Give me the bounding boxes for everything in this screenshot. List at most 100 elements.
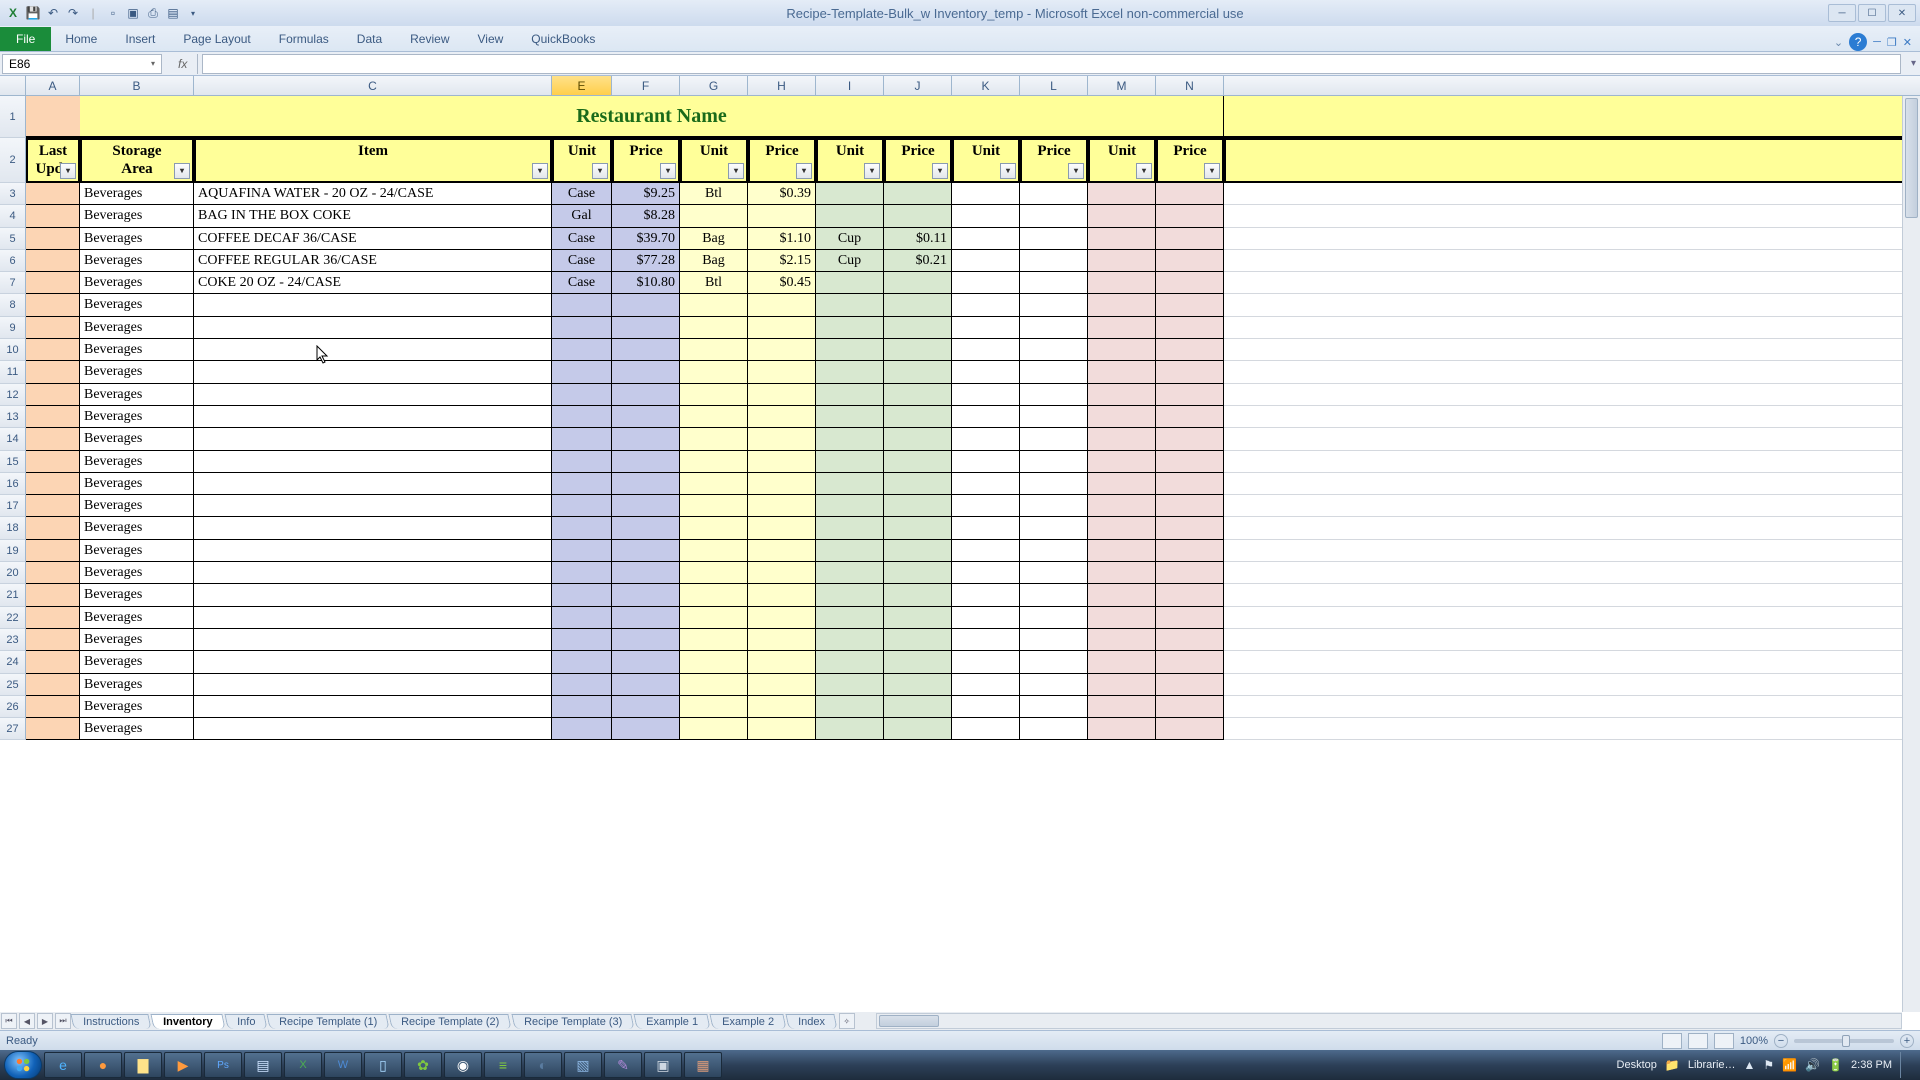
cell-H21[interactable]: [748, 584, 816, 606]
cell-E21[interactable]: [552, 584, 612, 606]
cell-C7[interactable]: COKE 20 OZ - 24/CASE: [194, 272, 552, 294]
cell-F9[interactable]: [612, 317, 680, 339]
cell-J4[interactable]: [884, 205, 952, 227]
cell-C17[interactable]: [194, 495, 552, 517]
view-pagelayout-button[interactable]: [1688, 1033, 1708, 1049]
colhdr-A[interactable]: A: [26, 76, 80, 95]
cell-K10[interactable]: [952, 339, 1020, 361]
cell-rest-23[interactable]: [1224, 629, 1902, 651]
cell-C27[interactable]: [194, 718, 552, 740]
cell-I15[interactable]: [816, 451, 884, 473]
rowhdr-3[interactable]: 3: [0, 183, 26, 205]
filter-J-button[interactable]: ▾: [932, 163, 948, 179]
cell-E6[interactable]: Case: [552, 250, 612, 272]
rowhdr-13[interactable]: 13: [0, 406, 26, 428]
ribbon-tab-view[interactable]: View: [464, 27, 518, 51]
cell-H9[interactable]: [748, 317, 816, 339]
cell-L25[interactable]: [1020, 674, 1088, 696]
sheet-tab-recipe-template-3-[interactable]: Recipe Template (3): [511, 1014, 634, 1029]
cell-E24[interactable]: [552, 651, 612, 673]
cell-F8[interactable]: [612, 294, 680, 316]
cell-M24[interactable]: [1088, 651, 1156, 673]
cell-M8[interactable]: [1088, 294, 1156, 316]
cell-C16[interactable]: [194, 473, 552, 495]
cell-E14[interactable]: [552, 428, 612, 450]
cell-N3[interactable]: [1156, 183, 1224, 205]
cell-L13[interactable]: [1020, 406, 1088, 428]
cell-K14[interactable]: [952, 428, 1020, 450]
cell-C9[interactable]: [194, 317, 552, 339]
cell-H24[interactable]: [748, 651, 816, 673]
sheet-tab-info[interactable]: Info: [224, 1014, 268, 1029]
cell-A13[interactable]: [26, 406, 80, 428]
sheet-nav-next[interactable]: ▶: [37, 1013, 53, 1029]
colhdr-E[interactable]: E: [552, 76, 612, 95]
cell-N11[interactable]: [1156, 361, 1224, 383]
cell-G15[interactable]: [680, 451, 748, 473]
cell-H15[interactable]: [748, 451, 816, 473]
cell-M19[interactable]: [1088, 540, 1156, 562]
show-desktop-button[interactable]: [1900, 1052, 1910, 1078]
cell-E7[interactable]: Case: [552, 272, 612, 294]
cell-G14[interactable]: [680, 428, 748, 450]
vertical-scrollbar[interactable]: [1902, 96, 1920, 1012]
cell-I17[interactable]: [816, 495, 884, 517]
cell-L3[interactable]: [1020, 183, 1088, 205]
header-rest[interactable]: [1224, 138, 1902, 183]
cell-E20[interactable]: [552, 562, 612, 584]
cell-G8[interactable]: [680, 294, 748, 316]
cell-H10[interactable]: [748, 339, 816, 361]
header-A[interactable]: LastUpda▾: [26, 138, 80, 183]
colhdr-I[interactable]: I: [816, 76, 884, 95]
cell-K6[interactable]: [952, 250, 1020, 272]
cell-A8[interactable]: [26, 294, 80, 316]
cell-rest-8[interactable]: [1224, 294, 1902, 316]
rowhdr-4[interactable]: 4: [0, 205, 26, 227]
cell-L22[interactable]: [1020, 607, 1088, 629]
cell-I27[interactable]: [816, 718, 884, 740]
cell-H17[interactable]: [748, 495, 816, 517]
cell-H16[interactable]: [748, 473, 816, 495]
cell-E13[interactable]: [552, 406, 612, 428]
cell-M18[interactable]: [1088, 517, 1156, 539]
taskbar-excel-icon[interactable]: X: [284, 1052, 322, 1078]
taskbar-firefox-icon[interactable]: ●: [84, 1052, 122, 1078]
cell-E15[interactable]: [552, 451, 612, 473]
cell-C3[interactable]: AQUAFINA WATER - 20 OZ - 24/CASE: [194, 183, 552, 205]
cell-E10[interactable]: [552, 339, 612, 361]
cell-F6[interactable]: $77.28: [612, 250, 680, 272]
rowhdr-16[interactable]: 16: [0, 473, 26, 495]
cell-G18[interactable]: [680, 517, 748, 539]
cell-M6[interactable]: [1088, 250, 1156, 272]
minimize-button[interactable]: ─: [1828, 4, 1856, 22]
maximize-button[interactable]: ☐: [1858, 4, 1886, 22]
cell-A11[interactable]: [26, 361, 80, 383]
cell-C21[interactable]: [194, 584, 552, 606]
cell-C19[interactable]: [194, 540, 552, 562]
rowhdr-7[interactable]: 7: [0, 272, 26, 294]
cell-E27[interactable]: [552, 718, 612, 740]
cell-rest-27[interactable]: [1224, 718, 1902, 740]
cell-B8[interactable]: Beverages: [80, 294, 194, 316]
cell-M7[interactable]: [1088, 272, 1156, 294]
zoom-in-button[interactable]: +: [1900, 1034, 1914, 1048]
cell-C20[interactable]: [194, 562, 552, 584]
taskbar-app12-icon[interactable]: ▦: [684, 1052, 722, 1078]
cell-N5[interactable]: [1156, 228, 1224, 250]
workbook-close-icon[interactable]: ✕: [1903, 36, 1912, 49]
cell-A22[interactable]: [26, 607, 80, 629]
cell-A7[interactable]: [26, 272, 80, 294]
cell-N19[interactable]: [1156, 540, 1224, 562]
cell-H18[interactable]: [748, 517, 816, 539]
cell-H7[interactable]: $0.45: [748, 272, 816, 294]
cell-B24[interactable]: Beverages: [80, 651, 194, 673]
undo-icon[interactable]: ↶: [44, 4, 62, 22]
rowhdr-20[interactable]: 20: [0, 562, 26, 584]
cell-J23[interactable]: [884, 629, 952, 651]
cell-J11[interactable]: [884, 361, 952, 383]
cell-L23[interactable]: [1020, 629, 1088, 651]
cell-rest-16[interactable]: [1224, 473, 1902, 495]
name-box-dropdown-icon[interactable]: ▾: [151, 59, 155, 68]
cell-B3[interactable]: Beverages: [80, 183, 194, 205]
name-box[interactable]: E86 ▾: [2, 54, 162, 74]
